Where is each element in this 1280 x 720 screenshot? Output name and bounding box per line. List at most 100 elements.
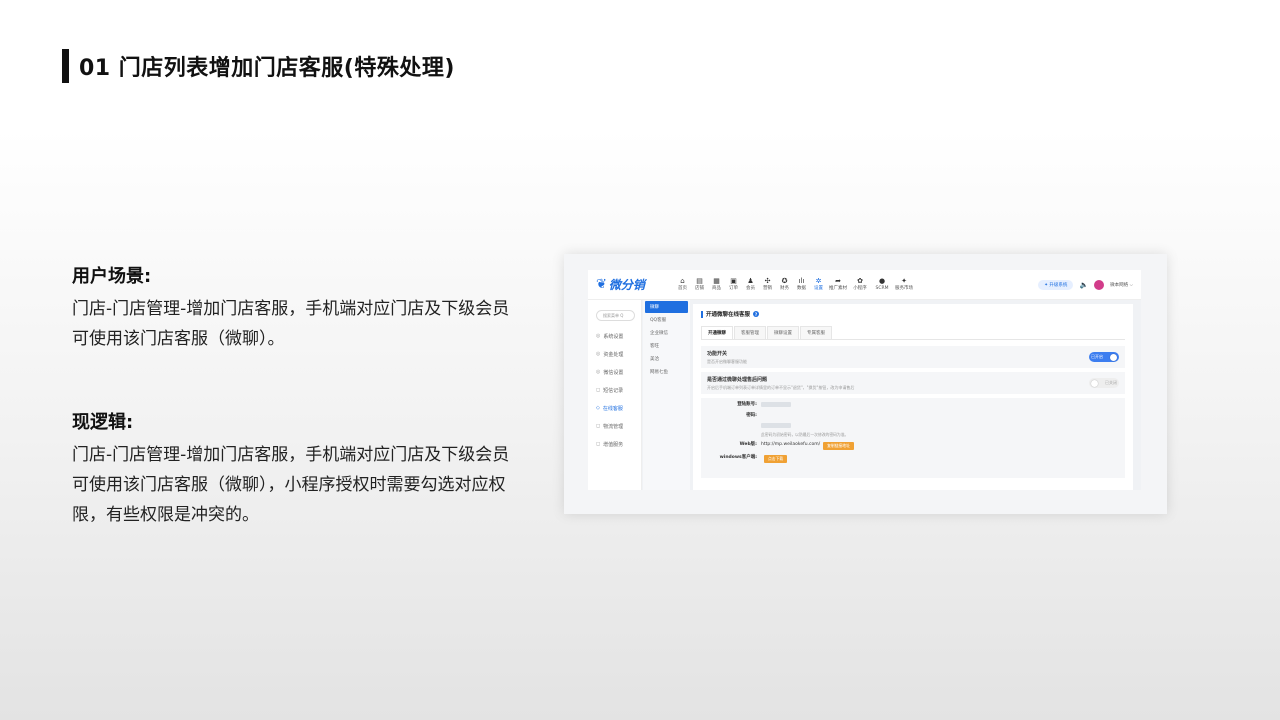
nav-item[interactable]: ▦ 商品 (708, 277, 725, 292)
sub-sidebar-item[interactable]: 客旺 (645, 340, 688, 352)
toggle-label: 已开启 (1091, 354, 1103, 359)
sub-sidebar-item[interactable]: QQ客服 (645, 314, 688, 326)
avatar[interactable] (1094, 279, 1105, 290)
nav-icon: ● (878, 277, 886, 285)
sidebar-item-label: 在线客服 (602, 405, 623, 412)
upgrade-button[interactable]: ✦ 升级系统 (1038, 279, 1074, 290)
user-scenario-block: 用户场景: 门店-门店管理-增加门店客服，手机端对应门店及下级会员可使用该门店客… (72, 262, 512, 354)
nav-label: 会员 (746, 286, 755, 291)
nav-icon: ▤ (696, 277, 703, 285)
toggle-knob (1110, 353, 1117, 361)
nav-item[interactable]: ✣ 营销 (759, 277, 776, 292)
sub-sidebar-item[interactable]: 微聊 (645, 301, 688, 313)
nav-icon: ✣ (764, 277, 771, 285)
tab[interactable]: 微聊设置 (767, 326, 799, 339)
nav-label: 商品 (712, 286, 721, 291)
nav-label: SCRM (875, 286, 889, 291)
nav-item[interactable]: ılı 数据 (793, 277, 810, 292)
user-scenario-heading: 用户场景: (72, 266, 152, 287)
nav-items: ⌂ 首页 ▤ 店铺 ▦ 商品 ▣ 订单 ♟ 会员 ✣ 营销 ✪ 财务 ılı 数据 ✲ 设置 ➦ 推广素材 ✿ 小程序 ● S… (674, 277, 915, 292)
nav-icon: ılı (798, 277, 805, 285)
tab[interactable]: 专属客服 (800, 326, 832, 339)
nav-label: 营销 (763, 286, 772, 291)
function-toggle[interactable]: 已开启 (1089, 352, 1119, 362)
tab[interactable]: 开通微聊 (701, 326, 733, 339)
sub-sidebar-item[interactable]: 网易七鱼 (645, 366, 688, 378)
nav-item[interactable]: ● SCRM (871, 277, 893, 292)
setting-title: 是否通过微聊处理售后问题 (707, 377, 768, 383)
app-logo: ❦ 微分销 (596, 276, 666, 293)
title-bar (701, 310, 703, 318)
speaker-icon[interactable]: 🔈 (1079, 281, 1088, 289)
sub-sidebar-item[interactable]: 美洽 (645, 353, 688, 365)
account-row: 登陆账号: (707, 402, 1119, 408)
nav-icon: ▣ (730, 277, 737, 285)
sidebar-item[interactable]: ◻ 物流管理 (588, 417, 641, 435)
menu-search-input[interactable]: 搜索菜单 Q (596, 310, 635, 321)
nav-item[interactable]: ♟ 会员 (742, 277, 759, 292)
sidebar-item-icon: ◎ (596, 333, 601, 339)
sub-sidebar-item[interactable]: 企业微信 (645, 327, 688, 339)
current-logic-block: 现逻辑: 门店-门店管理-增加门店客服，手机端对应门店及下级会员可使用该门店客服… (72, 408, 512, 530)
sidebar-item-icon: ◻ (596, 423, 601, 429)
sub-sidebar: 微聊 QQ客服 企业微信 客旺 美洽 网易七鱼 (643, 300, 690, 490)
user-name[interactable]: 微本网络 ⌵ (1110, 282, 1133, 288)
nav-label: 设置 (814, 286, 823, 291)
nav-label: 店铺 (695, 286, 704, 291)
help-icon[interactable]: ? (753, 311, 760, 317)
sidebar-item-label: 物流管理 (603, 423, 624, 430)
current-logic-heading: 现逻辑: (72, 412, 134, 433)
account-label: 登陆账号: (737, 402, 757, 407)
nav-item[interactable]: ✪ 财务 (776, 277, 793, 292)
sidebar-item[interactable]: ◻ 增值服务 (588, 435, 641, 453)
toggle-knob (1091, 379, 1098, 387)
nav-icon: ⌂ (680, 277, 685, 285)
logo-text: 微分销 (608, 278, 645, 292)
password-label: 密码: (746, 413, 757, 418)
sidebar-item-label: 增值服务 (603, 441, 624, 448)
nav-label: 订单 (729, 286, 738, 291)
content-title-text: 开通微聊在线客服 (706, 312, 751, 318)
web-row: Web版: http://mp.weilaokefu.com/ 复制链接地址 (707, 442, 1119, 450)
sidebar: 搜索菜单 Q ◎ 系统设置 ◎ 资金处理 ◎ 微信设置 ◻ 短信记录 ◇ 在线客服 ◻ 物流管理 ◻ 增值… (588, 300, 642, 490)
nav-item[interactable]: ▤ 店铺 (691, 277, 708, 292)
title-accent-bar (62, 49, 69, 83)
nav-item[interactable]: ➦ 推广素材 (827, 277, 849, 292)
sidebar-item-label: 微信设置 (603, 369, 624, 376)
nav-item[interactable]: ▣ 订单 (725, 277, 742, 292)
logo-icon: ❦ (596, 277, 607, 292)
sidebar-item-label: 资金处理 (603, 351, 624, 358)
password-row: 密码: 此密码为初始密码，以防最后一次修改的密码为准。 (707, 413, 1119, 437)
nav-icon: ♟ (747, 277, 754, 285)
nav-item[interactable]: ✲ 设置 (810, 277, 827, 292)
setting-title: 功能开关 (707, 351, 728, 357)
nav-icon: ✦ (901, 277, 907, 285)
sidebar-item-icon: ◎ (596, 351, 601, 357)
after-sales-toggle[interactable]: 已关闭 (1089, 378, 1119, 388)
web-url[interactable]: http://mp.weilaokefu.com/ (761, 442, 820, 448)
windows-label: windows客户端: (719, 455, 757, 460)
sidebar-item[interactable]: ◇ 在线客服 (588, 399, 641, 417)
admin-app: ❦ 微分销 ⌂ 首页 ▤ 店铺 ▦ 商品 ▣ 订单 ♟ 会员 ✣ 营销 ✪ 财务 ılı 数据 ✲ 设置 ➦ 推广素材… (588, 270, 1141, 490)
nav-item[interactable]: ✦ 服务市场 (893, 277, 915, 292)
nav-icon: ✪ (781, 277, 788, 285)
setting-desc: 开启后手机端订单列表订单详情里的订单不显示"退货"，"换货"按钮，改为申请售后 (707, 385, 855, 390)
nav-item[interactable]: ✿ 小程序 (849, 277, 871, 292)
sidebar-item-icon: ◎ (596, 369, 601, 375)
account-form: 登陆账号: 密码: 此密码为初始密码，以防最后一次修改的密码为准。 Web版: … (701, 398, 1125, 478)
content-panel: 开通微聊在线客服 ? 开通微聊 客服管理 微聊设置 专属客服 功能开关 是否开启微聊客… (693, 304, 1133, 490)
sidebar-item-label: 短信记录 (603, 387, 624, 394)
nav-icon: ▦ (713, 277, 720, 285)
sidebar-item[interactable]: ◎ 系统设置 (588, 327, 641, 345)
tab[interactable]: 客服管理 (734, 326, 766, 339)
embedded-screenshot: ❦ 微分销 ⌂ 首页 ▤ 店铺 ▦ 商品 ▣ 订单 ♟ 会员 ✣ 营销 ✪ 财务 ılı 数据 ✲ 设置 ➦ 推广素材… (564, 254, 1167, 514)
sidebar-item[interactable]: ◻ 短信记录 (588, 381, 641, 399)
nav-label: 服务市场 (895, 286, 913, 291)
copy-link-button[interactable]: 复制链接地址 (823, 442, 854, 450)
web-label: Web版: (739, 442, 757, 447)
sidebar-item[interactable]: ◎ 资金处理 (588, 345, 641, 363)
sidebar-item[interactable]: ◎ 微信设置 (588, 363, 641, 381)
windows-row: windows客户端: 点击下载 (707, 455, 1119, 463)
download-button[interactable]: 点击下载 (764, 455, 788, 463)
nav-item[interactable]: ⌂ 首页 (674, 277, 691, 292)
